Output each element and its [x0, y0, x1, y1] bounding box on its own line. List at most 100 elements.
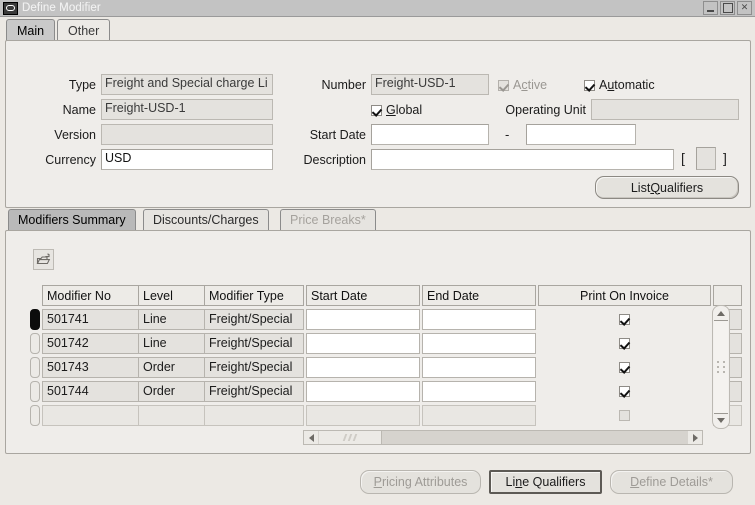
- cell-modifier-no[interactable]: 501742: [42, 333, 140, 354]
- line-qualifiers-button[interactable]: Li n e Qualifiers: [489, 470, 602, 494]
- list-qualifiers-button[interactable]: List Qualifiers: [595, 176, 739, 199]
- cell-print-on-invoice[interactable]: [538, 357, 711, 378]
- sub-tab-bar: Modifiers Summary Discounts/Charges Pric…: [5, 209, 749, 231]
- cell-modifier-no[interactable]: 501744: [42, 381, 140, 402]
- print-on-invoice-checkbox[interactable]: [619, 338, 630, 349]
- cell-level[interactable]: Order: [138, 381, 206, 402]
- number-label: Number: [321, 78, 366, 92]
- vertical-scrollbar-thumb[interactable]: [714, 320, 728, 414]
- tab-modifiers-summary[interactable]: Modifiers Summary: [8, 209, 136, 230]
- table-row[interactable]: [30, 405, 742, 428]
- scroll-down-arrow-icon[interactable]: [713, 414, 729, 427]
- name-label: Name: [62, 103, 96, 117]
- column-header-level[interactable]: Level: [138, 285, 206, 306]
- column-header-modifier-type[interactable]: Modifier Type: [204, 285, 304, 306]
- tab-discounts-charges[interactable]: Discounts/Charges: [143, 209, 269, 230]
- flexfield-open-bracket: [: [681, 150, 685, 166]
- cell-print-on-invoice[interactable]: [538, 405, 711, 426]
- active-checkbox-label: Active: [513, 78, 548, 92]
- row-selector[interactable]: [30, 381, 40, 402]
- automatic-checkbox-label: Automatic: [599, 78, 655, 92]
- cell-start-date[interactable]: [306, 357, 420, 378]
- cell-start-date[interactable]: [306, 405, 420, 426]
- table-row[interactable]: 501741 Line Freight/Special: [30, 309, 742, 332]
- cell-end-date[interactable]: [422, 381, 536, 402]
- automatic-checkbox[interactable]: Automatic: [584, 78, 655, 92]
- main-tab-bar: Main Other: [0, 19, 755, 41]
- pricing-attributes-button[interactable]: Pricing Attributes: [360, 470, 481, 494]
- cell-end-date[interactable]: [422, 309, 536, 330]
- row-selector[interactable]: [30, 357, 40, 378]
- cell-modifier-no[interactable]: 501743: [42, 357, 140, 378]
- cell-level[interactable]: Order: [138, 357, 206, 378]
- tab-price-breaks[interactable]: Price Breaks*: [280, 209, 376, 230]
- row-selector[interactable]: [30, 309, 40, 330]
- cell-start-date[interactable]: [306, 333, 420, 354]
- start-date-label: Start Date: [309, 128, 366, 142]
- cell-modifier-no[interactable]: [42, 405, 140, 426]
- scroll-up-arrow-icon[interactable]: [713, 307, 729, 320]
- descriptive-flexfield[interactable]: [696, 147, 716, 170]
- end-date-field[interactable]: [526, 124, 636, 145]
- type-label: Type: [68, 78, 96, 92]
- print-on-invoice-checkbox[interactable]: [619, 362, 630, 373]
- row-selector[interactable]: [30, 333, 40, 354]
- scroll-left-arrow-icon[interactable]: [304, 431, 318, 444]
- maximize-button[interactable]: [720, 1, 735, 15]
- cell-start-date[interactable]: [306, 381, 420, 402]
- folder-open-icon[interactable]: [33, 249, 54, 270]
- title-bar: Define Modifier ✕: [0, 0, 755, 17]
- minimize-button[interactable]: [703, 1, 718, 15]
- scroll-right-arrow-icon[interactable]: [688, 431, 702, 444]
- column-header-modifier-no[interactable]: Modifier No: [42, 285, 140, 306]
- cell-level[interactable]: Line: [138, 309, 206, 330]
- header-form-panel: Type Freight and Special charge Li Name …: [5, 40, 751, 208]
- cell-modifier-type[interactable]: Freight/Special: [204, 381, 304, 402]
- cell-print-on-invoice[interactable]: [538, 309, 711, 330]
- close-button[interactable]: ✕: [737, 1, 752, 15]
- cell-end-date[interactable]: [422, 357, 536, 378]
- horizontal-scrollbar-thumb[interactable]: [319, 431, 382, 444]
- table-row[interactable]: 501742 Line Freight/Special: [30, 333, 742, 356]
- cell-modifier-type[interactable]: Freight/Special: [204, 357, 304, 378]
- cell-end-date[interactable]: [422, 405, 536, 426]
- tab-other[interactable]: Other: [57, 19, 111, 41]
- tab-main[interactable]: Main: [6, 19, 56, 41]
- cell-print-on-invoice[interactable]: [538, 333, 711, 354]
- operating-unit-field[interactable]: [591, 99, 739, 120]
- active-checkbox-box: [498, 79, 509, 91]
- cell-modifier-type[interactable]: Freight/Special: [204, 333, 304, 354]
- table-row[interactable]: 501744 Order Freight/Special: [30, 381, 742, 404]
- column-header-end-date[interactable]: End Date: [422, 285, 536, 306]
- cell-level[interactable]: [138, 405, 206, 426]
- name-field[interactable]: Freight-USD-1: [101, 99, 273, 120]
- active-checkbox[interactable]: Active: [498, 78, 547, 92]
- number-field[interactable]: Freight-USD-1: [371, 74, 489, 95]
- date-range-separator: -: [505, 127, 510, 142]
- row-selector[interactable]: [30, 405, 40, 426]
- cell-start-date[interactable]: [306, 309, 420, 330]
- cell-modifier-no[interactable]: 501741: [42, 309, 140, 330]
- define-details-button[interactable]: Define Details*: [610, 470, 733, 494]
- table-row[interactable]: 501743 Order Freight/Special: [30, 357, 742, 380]
- flexfield-close-bracket: ]: [723, 150, 727, 166]
- cell-modifier-type[interactable]: Freight/Special: [204, 309, 304, 330]
- print-on-invoice-checkbox[interactable]: [619, 410, 630, 421]
- global-checkbox-box: [371, 104, 382, 116]
- column-header-start-date[interactable]: Start Date: [306, 285, 420, 306]
- version-label: Version: [54, 128, 96, 142]
- operating-unit-label: Operating Unit: [505, 103, 586, 117]
- print-on-invoice-checkbox[interactable]: [619, 386, 630, 397]
- grid-horizontal-scrollbar[interactable]: [303, 430, 703, 445]
- cell-modifier-type[interactable]: [204, 405, 304, 426]
- grid-vertical-scrollbar[interactable]: [712, 305, 730, 429]
- cell-level[interactable]: Line: [138, 333, 206, 354]
- cell-end-date[interactable]: [422, 333, 536, 354]
- print-on-invoice-checkbox[interactable]: [619, 314, 630, 325]
- window-controls: ✕: [703, 1, 755, 15]
- define-modifier-window: Define Modifier ✕ Main Other Type Freigh…: [0, 0, 755, 505]
- column-header-print-on-invoice[interactable]: Print On Invoice: [538, 285, 711, 306]
- description-field[interactable]: [371, 149, 674, 170]
- start-date-field[interactable]: [371, 124, 489, 145]
- cell-print-on-invoice[interactable]: [538, 381, 711, 402]
